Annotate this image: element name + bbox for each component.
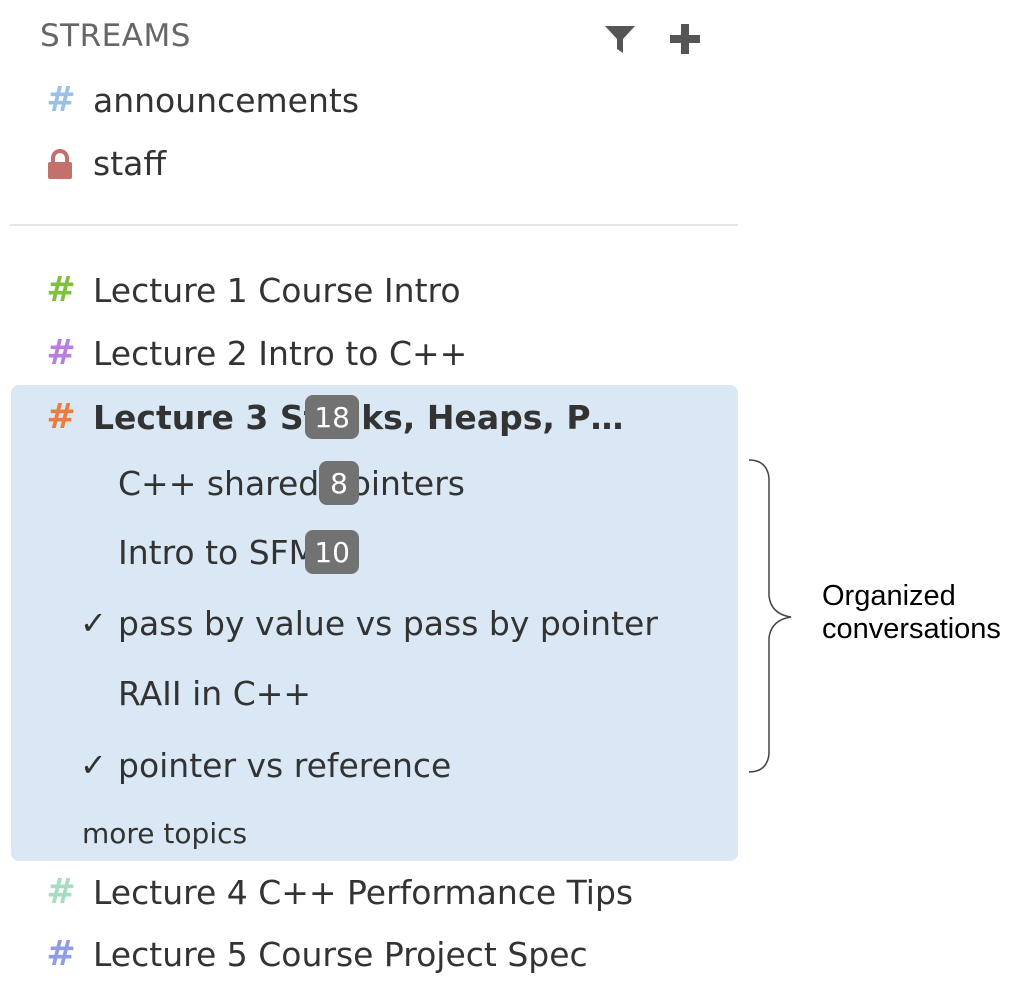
hash-icon: # xyxy=(46,80,76,120)
streams-header: STREAMS xyxy=(40,18,191,54)
more-topics-link[interactable]: more topics xyxy=(82,808,247,858)
resolved-check-icon: ✓ xyxy=(80,604,107,642)
topic-name: pointer vs reference xyxy=(118,745,452,785)
hash-icon: # xyxy=(46,872,76,912)
more-topics-label: more topics xyxy=(82,816,248,850)
stream-name: staff xyxy=(93,143,167,183)
hash-icon: # xyxy=(46,934,76,974)
unread-count-badge: 18 xyxy=(305,395,359,439)
hash-icon: # xyxy=(46,333,76,373)
divider xyxy=(10,224,738,226)
topic-item[interactable]: C++ shared pointers 8 xyxy=(0,458,738,508)
hash-icon: # xyxy=(46,270,76,310)
curly-brace xyxy=(748,459,792,773)
filter-icon[interactable] xyxy=(603,22,637,56)
unread-count-badge: 10 xyxy=(305,530,359,574)
stream-name: Lecture 2 Intro to C++ xyxy=(93,333,468,373)
topic-name: pass by value vs pass by pointer xyxy=(118,603,658,643)
topic-name: Intro to SFML xyxy=(118,532,336,572)
lock-icon xyxy=(46,148,74,187)
plus-icon[interactable] xyxy=(668,22,702,56)
annotation-line: conversations xyxy=(822,613,1001,645)
topic-name: RAII in C++ xyxy=(118,673,312,713)
stream-name: Lecture 5 Course Project Spec xyxy=(93,934,588,974)
annotation-line: Organized xyxy=(822,580,956,612)
hash-icon: # xyxy=(46,397,76,437)
topic-item[interactable]: Intro to SFML 10 xyxy=(0,527,738,577)
topic-name: C++ shared pointers xyxy=(118,463,465,503)
annotation-text: Organized conversations xyxy=(822,580,1001,646)
stream-item-lecture-3[interactable]: # Lecture 3 Stacks, Heaps, P… 18 xyxy=(0,392,738,442)
unread-count-badge: 8 xyxy=(319,461,359,505)
stream-name: Lecture 4 C++ Performance Tips xyxy=(93,872,634,912)
stream-name: Lecture 1 Course Intro xyxy=(93,270,461,310)
resolved-check-icon: ✓ xyxy=(80,746,107,784)
stream-name: announcements xyxy=(93,80,360,120)
